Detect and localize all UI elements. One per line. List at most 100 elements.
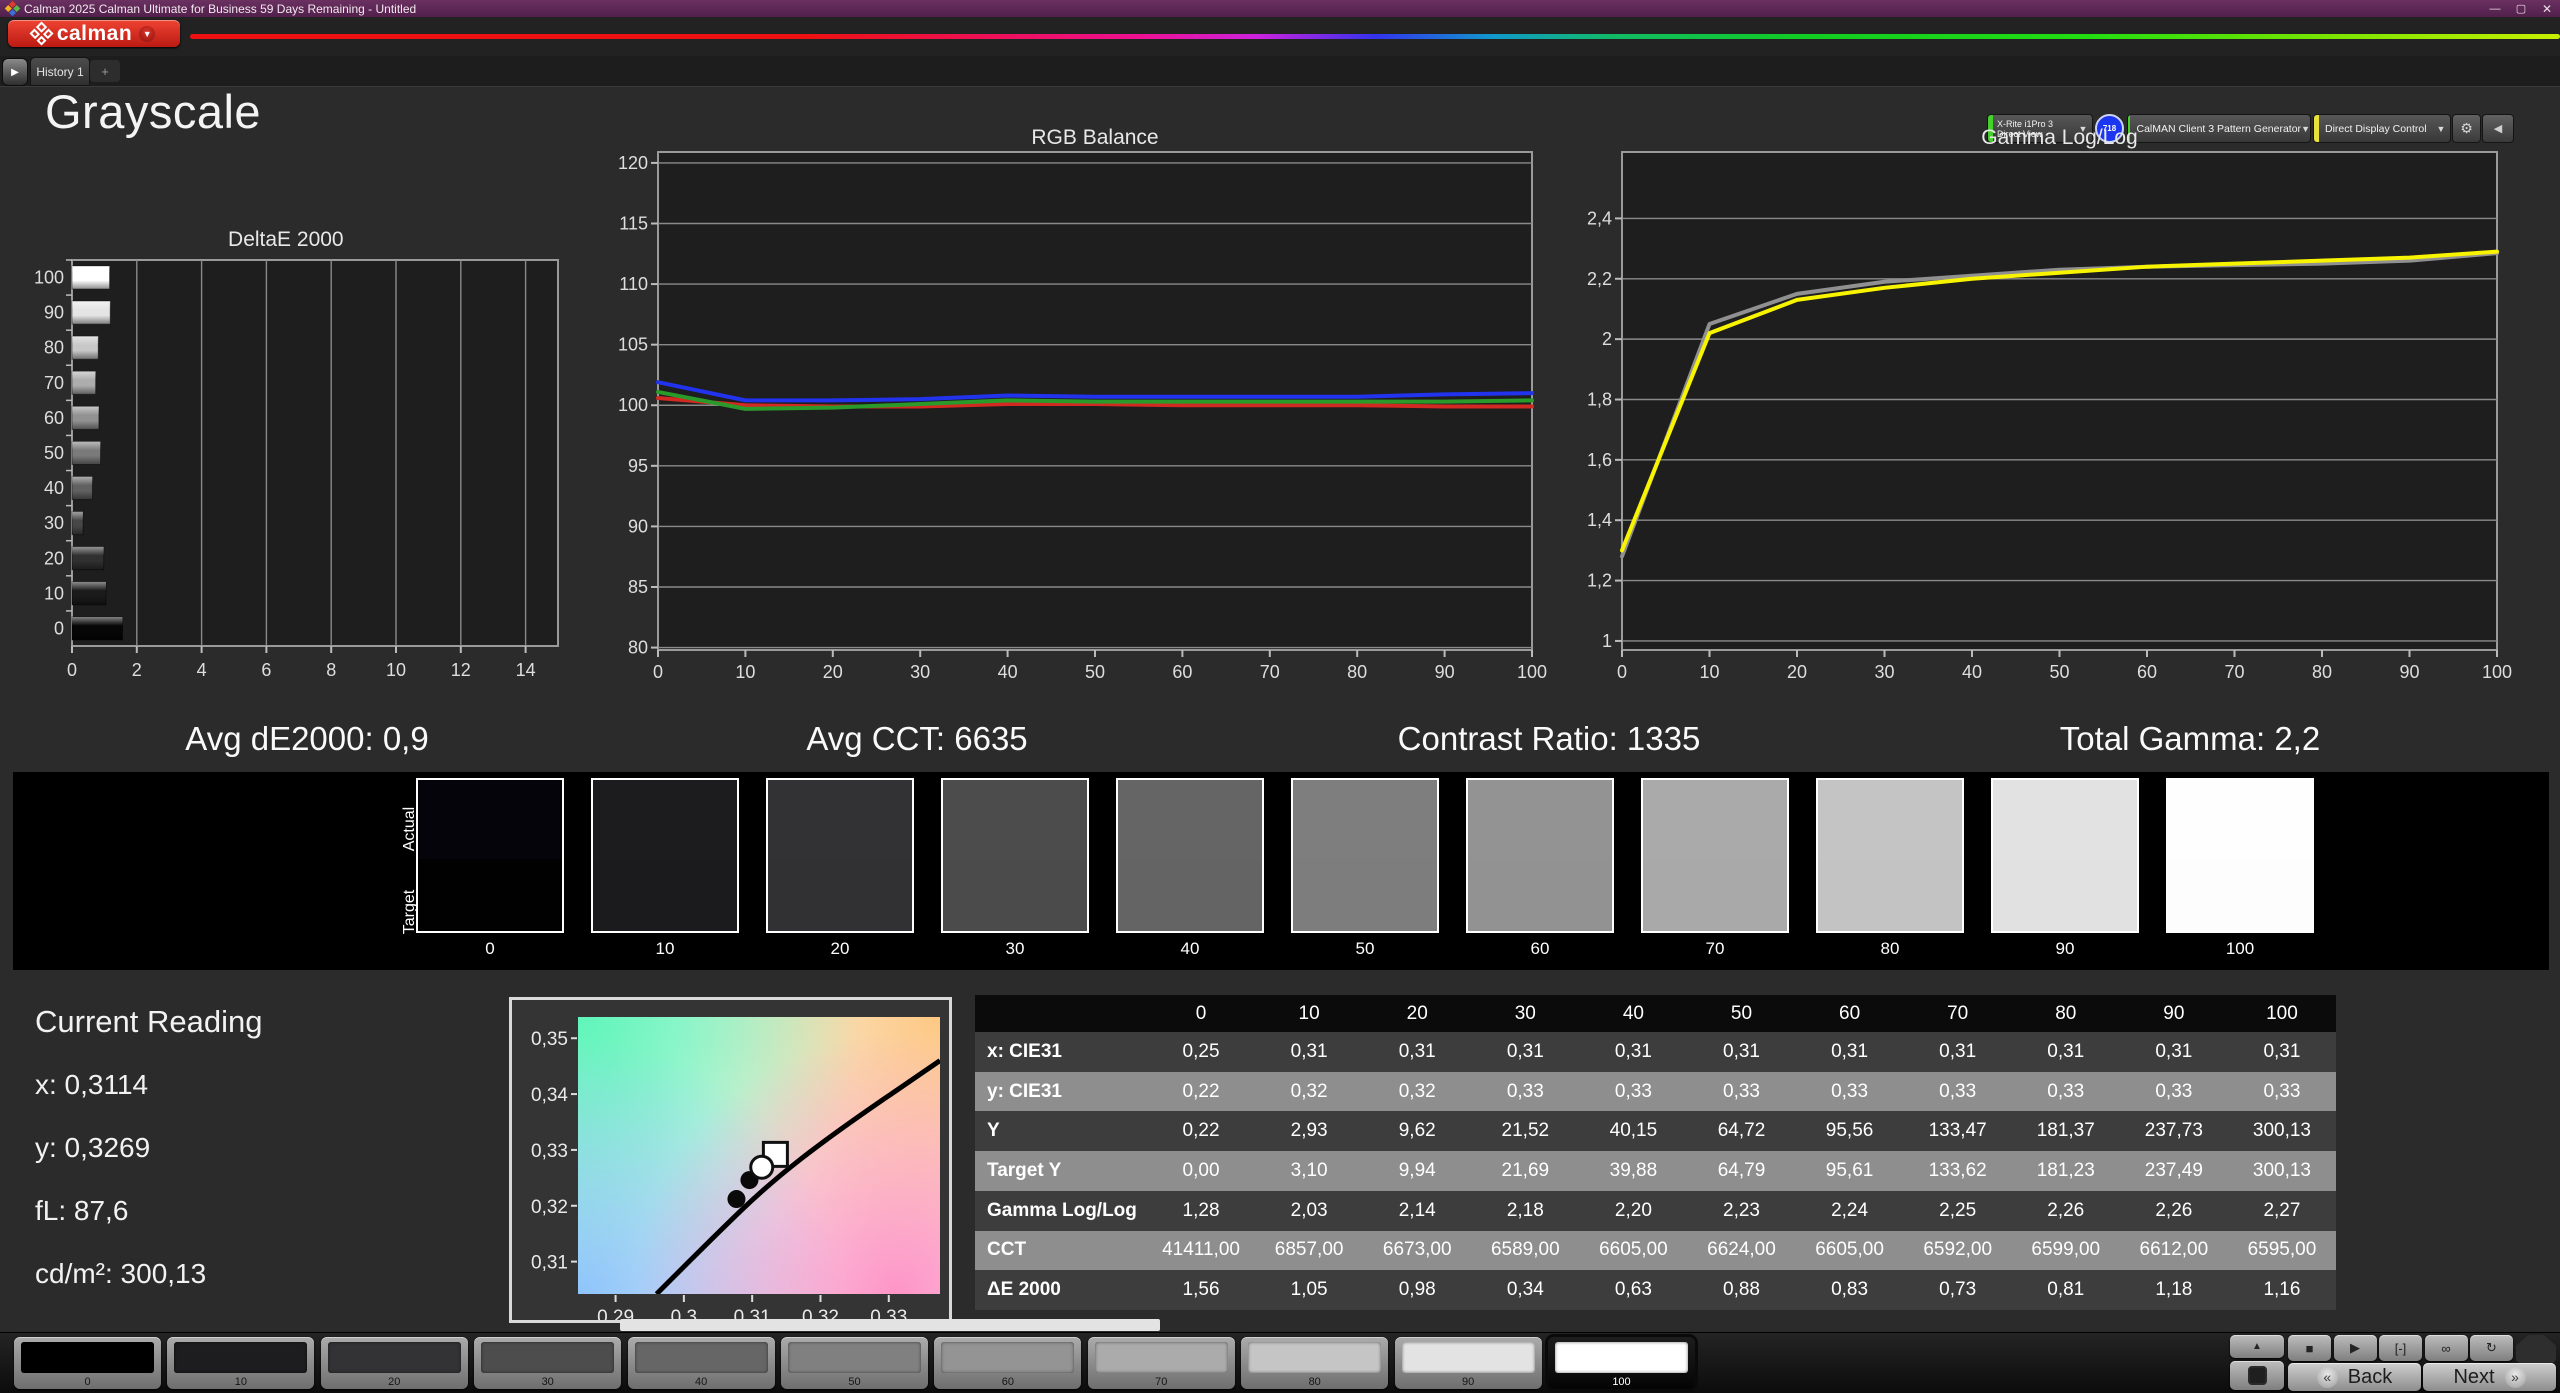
svg-text:10: 10 bbox=[1699, 662, 1719, 682]
current-reading-marker bbox=[749, 1154, 775, 1180]
svg-text:50: 50 bbox=[2049, 662, 2069, 682]
table-row-label: x: CIE31 bbox=[975, 1032, 1147, 1072]
single-measure-button[interactable]: [-] bbox=[2379, 1335, 2422, 1361]
grayscale-swatch bbox=[1291, 778, 1439, 933]
svg-text:2: 2 bbox=[132, 660, 142, 680]
table-cell: 6599,00 bbox=[2011, 1230, 2120, 1271]
history-point bbox=[727, 1190, 746, 1209]
svg-text:100: 100 bbox=[34, 268, 64, 288]
table-cell: 64,72 bbox=[1687, 1111, 1796, 1152]
svg-text:100: 100 bbox=[1517, 662, 1547, 682]
pattern-button-90[interactable]: 90 bbox=[1394, 1337, 1542, 1389]
grayscale-swatch bbox=[2166, 778, 2314, 933]
svg-text:85: 85 bbox=[628, 577, 648, 597]
continuous-measure-button[interactable]: ∞ bbox=[2424, 1335, 2468, 1361]
table-cell: 2,26 bbox=[2119, 1190, 2228, 1231]
svg-text:30: 30 bbox=[44, 513, 64, 533]
svg-text:120: 120 bbox=[618, 153, 648, 173]
grayscale-swatch bbox=[941, 778, 1089, 933]
table-cell: 0,32 bbox=[1255, 1071, 1364, 1112]
svg-text:1,6: 1,6 bbox=[1587, 450, 1612, 470]
pattern-button-100[interactable]: 100 bbox=[1548, 1337, 1695, 1389]
table-row-label: y: CIE31 bbox=[975, 1071, 1147, 1112]
table-cell: 6673,00 bbox=[1363, 1230, 1472, 1271]
next-button[interactable]: Next » bbox=[2423, 1363, 2556, 1391]
svg-text:110: 110 bbox=[619, 274, 648, 294]
stop-button[interactable]: ■ bbox=[2288, 1335, 2331, 1361]
table-cell: 2,03 bbox=[1255, 1190, 1364, 1231]
tab-row: ▶ History 1 + X-Rite i1Pro 3 Direct View… bbox=[0, 56, 2560, 143]
pattern-button-10[interactable]: 10 bbox=[167, 1337, 315, 1389]
table-row-label: Y bbox=[975, 1111, 1147, 1152]
swatch-actual-half bbox=[1993, 780, 2137, 859]
scroll-up-button[interactable]: ▲ bbox=[2230, 1335, 2284, 1358]
table-cell: 64,79 bbox=[1687, 1151, 1796, 1191]
loop-button[interactable]: ↻ bbox=[2470, 1335, 2513, 1361]
table-cell: 0,63 bbox=[1579, 1270, 1688, 1310]
table-column-header: 0 bbox=[1147, 995, 1256, 1032]
play-button[interactable]: ▶ bbox=[2333, 1335, 2377, 1361]
swatch-level-label: 30 bbox=[1005, 939, 1025, 958]
back-button[interactable]: « Back bbox=[2288, 1363, 2421, 1391]
svg-text:0,32: 0,32 bbox=[531, 1197, 568, 1218]
svg-text:60: 60 bbox=[44, 408, 64, 428]
grayscale-swatch bbox=[1816, 778, 1964, 933]
pattern-button-40[interactable]: 40 bbox=[627, 1337, 775, 1389]
table-cell: 2,23 bbox=[1687, 1190, 1796, 1231]
table-cell: 6605,00 bbox=[1795, 1230, 1904, 1271]
minimize-icon[interactable]: — bbox=[2482, 0, 2508, 17]
nav-arrow-button[interactable]: ▶ bbox=[2, 58, 28, 86]
svg-text:0,31: 0,31 bbox=[531, 1253, 568, 1274]
pattern-button-30[interactable]: 30 bbox=[474, 1337, 622, 1389]
swatch-actual-half bbox=[1293, 780, 1437, 859]
table-cell: 0,31 bbox=[1579, 1032, 1688, 1072]
svg-text:1,4: 1,4 bbox=[1587, 510, 1612, 530]
table-cell: 1,56 bbox=[1147, 1270, 1256, 1310]
table-cell: 0,33 bbox=[1687, 1071, 1796, 1112]
pattern-button-50[interactable]: 50 bbox=[781, 1337, 928, 1389]
swatch-actual-half bbox=[1468, 780, 1612, 859]
svg-text:95: 95 bbox=[628, 456, 648, 476]
table-cell: 0,31 bbox=[2227, 1032, 2336, 1072]
grayscale-swatch bbox=[416, 778, 564, 933]
close-icon[interactable]: ✕ bbox=[2534, 0, 2560, 17]
svg-text:10: 10 bbox=[735, 662, 755, 682]
pattern-label: 70 bbox=[1155, 1376, 1168, 1388]
table-cell: 0,32 bbox=[1363, 1071, 1472, 1112]
pattern-swatch bbox=[788, 1342, 921, 1373]
svg-text:1: 1 bbox=[1602, 631, 1612, 651]
svg-text:DeltaE 2000: DeltaE 2000 bbox=[228, 228, 344, 251]
tab-history-1[interactable]: History 1 bbox=[30, 57, 90, 86]
pattern-button-70[interactable]: 70 bbox=[1087, 1337, 1235, 1389]
swatch-target-half bbox=[418, 858, 562, 931]
swatch-target-half bbox=[1643, 858, 1787, 931]
pattern-window-button[interactable] bbox=[2230, 1361, 2284, 1390]
swatch-level-label: 20 bbox=[830, 939, 850, 958]
svg-text:80: 80 bbox=[2312, 662, 2332, 682]
svg-text:1,2: 1,2 bbox=[1587, 571, 1612, 591]
stop-icon: ■ bbox=[2305, 1340, 2314, 1356]
table-cell: 0,31 bbox=[1255, 1032, 1364, 1072]
grayscale-swatch bbox=[766, 778, 914, 933]
pattern-button-0[interactable]: 0 bbox=[14, 1337, 161, 1389]
table-cell: 0,33 bbox=[2119, 1071, 2228, 1112]
table-cell: 6589,00 bbox=[1471, 1230, 1580, 1271]
table-cell: 3,10 bbox=[1255, 1151, 1364, 1191]
add-tab-icon: + bbox=[101, 63, 109, 79]
svg-text:10: 10 bbox=[44, 583, 64, 603]
pattern-button-80[interactable]: 80 bbox=[1241, 1337, 1389, 1389]
table-column-header: 90 bbox=[2119, 995, 2228, 1032]
grayscale-swatch bbox=[1466, 778, 1614, 933]
calman-logo-label: calman bbox=[56, 21, 133, 45]
table-cell: 0,31 bbox=[2119, 1032, 2228, 1072]
pattern-swatch bbox=[1555, 1342, 1688, 1373]
pattern-level-toolbar: 0 10 20 30 40 50 60 70 80 90 100 ▲ ■ ▶ [-] ∞ ↻ « Back … bbox=[0, 1332, 2560, 1393]
pattern-button-60[interactable]: 60 bbox=[934, 1337, 1082, 1389]
calman-menu-button[interactable]: calman ▼ bbox=[8, 20, 180, 47]
maximize-icon[interactable]: ▢ bbox=[2508, 0, 2534, 17]
swatch-target-half bbox=[1468, 858, 1612, 931]
add-tab-button[interactable]: + bbox=[90, 60, 120, 82]
pattern-button-20[interactable]: 20 bbox=[320, 1337, 468, 1389]
table-cell: 2,14 bbox=[1363, 1190, 1472, 1231]
pattern-label: 20 bbox=[388, 1376, 401, 1388]
